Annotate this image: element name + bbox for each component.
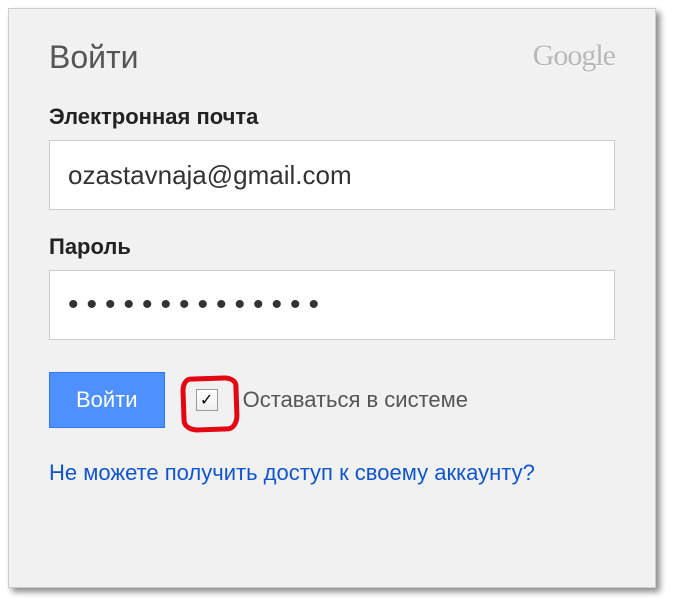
- header-row: Войти Google: [49, 39, 615, 76]
- stay-signed-group: ✓ Оставаться в системе: [185, 378, 468, 422]
- password-label: Пароль: [49, 234, 615, 260]
- signin-button[interactable]: Войти: [49, 372, 165, 428]
- account-help-link[interactable]: Не можете получить доступ к своему аккау…: [49, 456, 569, 489]
- stay-signed-checkbox[interactable]: ✓: [196, 389, 218, 411]
- checkbox-highlight-annotation: ✓: [185, 378, 229, 422]
- email-label: Электронная почта: [49, 104, 615, 130]
- password-field[interactable]: [49, 270, 615, 340]
- email-field[interactable]: [49, 140, 615, 210]
- google-logo: Google: [533, 39, 615, 73]
- stay-signed-label: Оставаться в системе: [243, 387, 468, 413]
- action-row: Войти ✓ Оставаться в системе: [49, 372, 615, 428]
- login-panel: Войти Google Электронная почта Пароль Во…: [8, 8, 656, 588]
- page-title: Войти: [49, 39, 139, 76]
